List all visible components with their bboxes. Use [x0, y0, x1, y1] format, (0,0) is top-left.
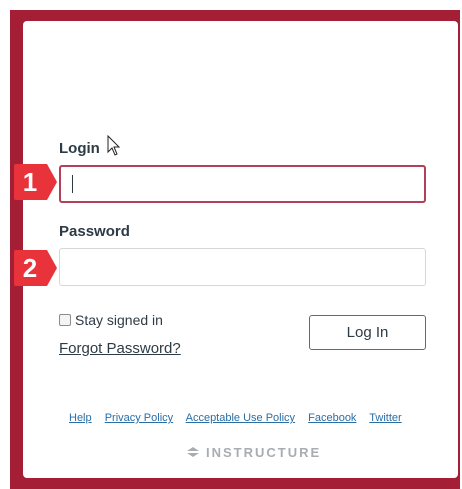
stay-signed-in-checkbox[interactable]: [59, 314, 71, 326]
footer-link-help[interactable]: Help: [69, 412, 92, 424]
step-2-number: 2: [22, 253, 38, 283]
login-input[interactable]: [59, 165, 426, 203]
forgot-password-link[interactable]: Forgot Password?: [59, 340, 181, 357]
password-input[interactable]: [59, 248, 426, 286]
text-caret: [72, 175, 73, 193]
instructure-brand: INSTRUCTURE: [186, 443, 321, 461]
step-1-badge: 1: [11, 162, 58, 202]
step-2-badge: 2: [11, 248, 58, 288]
stay-signed-in-label[interactable]: Stay signed in: [75, 312, 163, 328]
password-label: Password: [59, 223, 130, 240]
mouse-pointer-icon: [107, 135, 121, 156]
footer-link-facebook[interactable]: Facebook: [308, 412, 356, 424]
instructure-logo-icon: [187, 447, 199, 457]
login-label: Login: [59, 140, 100, 157]
footer-links: Help Privacy Policy Acceptable Use Polic…: [69, 412, 412, 424]
footer-link-twitter[interactable]: Twitter: [369, 412, 401, 424]
footer-link-acceptable-use-policy[interactable]: Acceptable Use Policy: [186, 412, 295, 424]
log-in-button[interactable]: Log In: [309, 315, 426, 350]
brand-name: INSTRUCTURE: [206, 444, 322, 460]
footer-link-privacy-policy[interactable]: Privacy Policy: [105, 412, 173, 424]
step-1-number: 1: [22, 167, 38, 197]
